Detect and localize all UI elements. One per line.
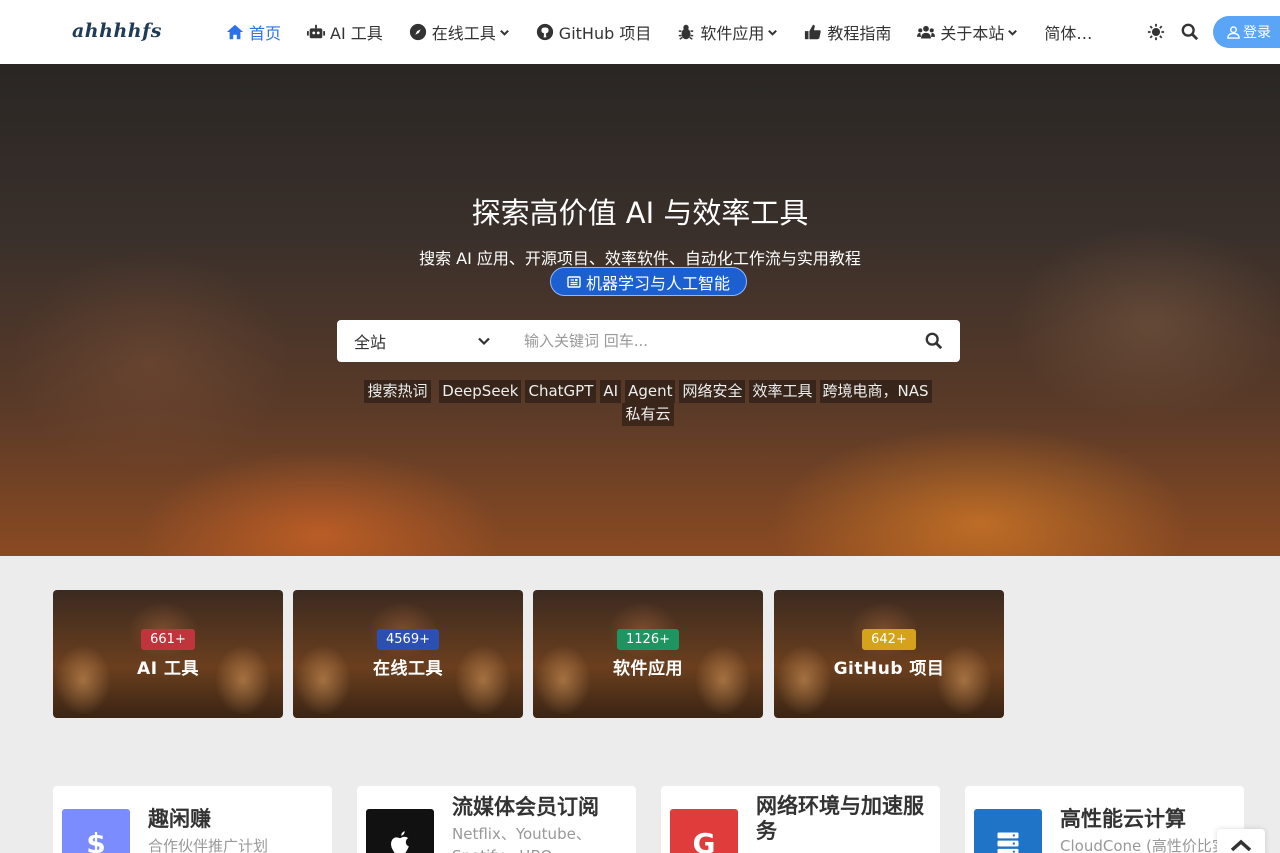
link-card-streaming[interactable]: 流媒体会员订阅 Netflix、Youtube、Spotify、HBO… — [357, 786, 636, 853]
search-icon — [925, 332, 943, 350]
search-box: 全站 — [337, 320, 960, 362]
card-title: 网络环境与加速服务 — [756, 794, 924, 843]
hot-keyword[interactable]: DeepSeek — [439, 380, 522, 403]
search-input[interactable] — [507, 320, 908, 362]
search-submit-button[interactable] — [908, 320, 960, 362]
site-logo[interactable]: ahhhhfs — [72, 20, 162, 42]
hot-keywords: 搜索热词 DeepSeek ChatGPT AI Agent 网络安全 效率工具 跨境电商，… — [340, 380, 960, 426]
count-badge: 1126+ — [617, 629, 679, 650]
hero-tag-label: 机器学习与人工智能 — [585, 273, 730, 293]
count-badge: 642+ — [862, 629, 916, 650]
thumbs-up-icon — [805, 24, 822, 40]
nav-item-online-tools[interactable]: 在线工具 — [409, 20, 510, 44]
count-badge: 661+ — [141, 629, 195, 650]
bug-icon — [679, 24, 694, 40]
nav-item-label: 在线工具 — [431, 24, 496, 43]
nav-item-label: 软件应用 — [700, 24, 765, 43]
card-description: 合作伙伴推广计划 — [148, 837, 269, 853]
category-label: 在线工具 — [373, 659, 443, 679]
main-menu: 首页 AI 工具 在线工具 GitHub 项目 软件应用 教程指南 关于本站 简… — [226, 0, 1118, 64]
login-button[interactable]: 登录 — [1213, 16, 1280, 48]
card-title: 趣闲赚 — [148, 807, 211, 831]
hero-title: 探索高价值 AI 与效率工具 — [471, 196, 809, 230]
hot-keyword[interactable]: 私有云 — [622, 403, 674, 426]
card-title: 高性能云计算 — [1060, 807, 1186, 831]
nav-item-language[interactable]: 简体… — [1044, 20, 1092, 44]
category-card-ai-tools[interactable]: 661+ AI 工具 — [53, 590, 283, 718]
category-card-software[interactable]: 1126+ 软件应用 — [533, 590, 763, 718]
google-icon: G — [670, 809, 738, 853]
login-label: 登录 — [1243, 25, 1271, 41]
link-card-network[interactable]: G 网络环境与加速服务 — [661, 786, 940, 853]
hot-keyword[interactable]: 网络安全 — [679, 380, 746, 403]
hot-keyword[interactable]: 跨境电商，NAS — [819, 380, 932, 403]
nav-item-ai-tools[interactable]: AI 工具 — [307, 20, 383, 44]
apple-icon — [366, 809, 434, 853]
card-description: Netflix、Youtube、Spotify、HBO… — [452, 825, 591, 853]
card-description: CloudCone (高性价比实惠) — [1060, 837, 1227, 853]
nav-item-about[interactable]: 关于本站 — [917, 20, 1018, 44]
nav-item-tutorials[interactable]: 教程指南 — [804, 20, 891, 44]
hot-keywords-label: 搜索热词 — [364, 380, 431, 403]
hero-subtitle: 搜索 AI 应用、开源项目、效率软件、自动化工作流与实用教程 — [419, 249, 861, 268]
chevron-down-icon — [499, 29, 509, 36]
search-icon — [1181, 23, 1199, 41]
search-scope-select[interactable]: 全站 — [337, 320, 507, 362]
top-navbar: ahhhhfs 首页 AI 工具 在线工具 GitHub 项目 软件应用 教程指… — [0, 0, 1280, 64]
card-title: 流媒体会员订阅 — [452, 795, 599, 819]
category-card-github[interactable]: 642+ GitHub 项目 — [774, 590, 1004, 718]
category-card-online-tools[interactable]: 4569+ 在线工具 — [293, 590, 523, 718]
link-card-quxianzhuan[interactable]: $ 趣闲赚 合作伙伴推广计划 — [53, 786, 332, 853]
home-icon — [226, 24, 244, 40]
nav-item-label: 教程指南 — [827, 24, 892, 43]
category-label: GitHub 项目 — [833, 659, 945, 679]
count-badge: 4569+ — [377, 629, 439, 650]
newspaper-icon — [567, 275, 581, 288]
nav-item-home[interactable]: 首页 — [226, 20, 281, 44]
nav-actions: 登录 — [1145, 0, 1280, 64]
back-to-top-button[interactable] — [1217, 829, 1265, 853]
nav-item-label: 关于本站 — [940, 24, 1005, 43]
chevron-up-icon — [1230, 839, 1252, 852]
nav-item-github[interactable]: GitHub 项目 — [536, 20, 652, 44]
nav-item-label: 首页 — [249, 24, 282, 43]
hero-banner: 探索高价值 AI 与效率工具 搜索 AI 应用、开源项目、效率软件、自动化工作流… — [0, 64, 1280, 556]
server-icon — [974, 809, 1042, 853]
search-scope-value: 全站 — [354, 333, 387, 352]
nav-item-software[interactable]: 软件应用 — [677, 20, 778, 44]
compass-icon — [409, 23, 426, 41]
chevron-down-icon — [478, 337, 490, 346]
hot-keyword[interactable]: Agent — [625, 380, 676, 403]
hot-keyword[interactable]: AI — [600, 380, 622, 403]
link-card-cloud[interactable]: 高性能云计算 CloudCone (高性价比实惠) — [965, 786, 1244, 853]
robot-icon — [307, 24, 326, 39]
hot-keyword[interactable]: ChatGPT — [525, 380, 597, 403]
nav-search-button[interactable] — [1179, 21, 1201, 43]
dollar-icon: $ — [62, 809, 130, 853]
nav-item-label: AI 工具 — [330, 24, 383, 43]
nav-item-label: GitHub 项目 — [558, 24, 652, 43]
user-icon — [1227, 25, 1240, 39]
theme-toggle-button[interactable] — [1145, 21, 1167, 43]
category-label: AI 工具 — [137, 659, 199, 679]
chevron-down-icon — [1008, 29, 1018, 36]
github-icon — [536, 23, 553, 41]
category-label: 软件应用 — [613, 659, 683, 679]
users-icon — [917, 25, 936, 39]
hero-rotating-tag[interactable]: 机器学习与人工智能 — [550, 267, 747, 296]
sun-icon — [1147, 23, 1165, 41]
nav-item-label: 简体… — [1044, 24, 1093, 43]
hot-keyword[interactable]: 效率工具 — [749, 380, 816, 403]
chevron-down-icon — [768, 29, 778, 36]
